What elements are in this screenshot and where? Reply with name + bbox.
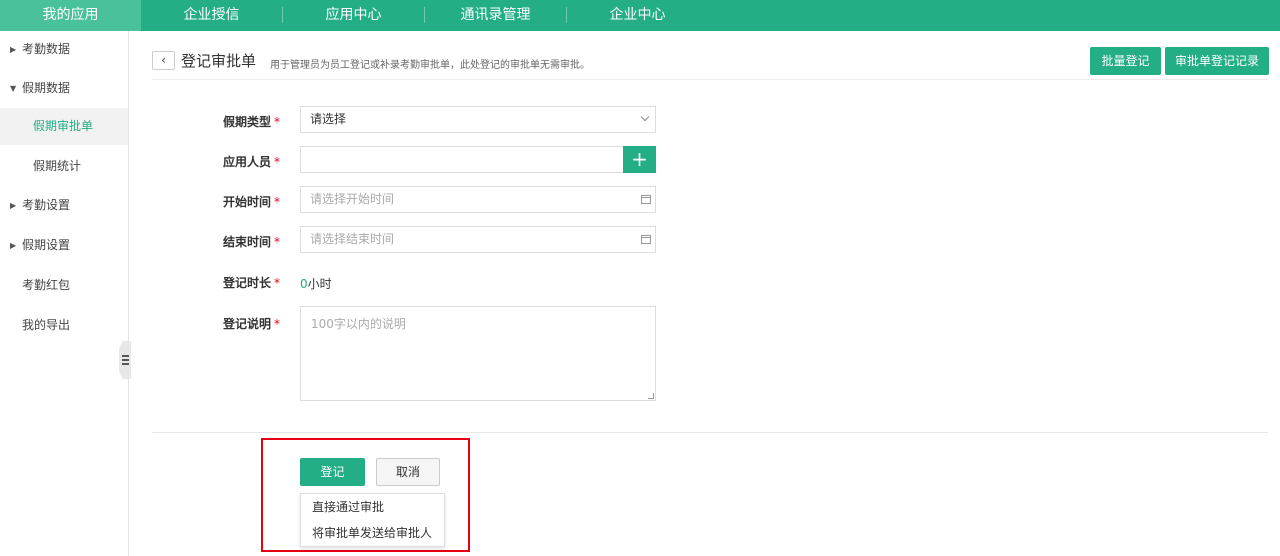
page-title: 登记审批单 <box>181 52 257 70</box>
option-send-to-approver[interactable]: 将审批单发送给审批人 <box>301 520 444 546</box>
caret-right-icon: ▶ <box>10 201 17 210</box>
sidebar-item-label: 假期统计 <box>33 159 82 173</box>
sidebar-item-attendance-settings[interactable]: ▶ 考勤设置 <box>0 187 128 224</box>
sidebar-item-leave-stats[interactable]: 假期统计 <box>0 148 128 185</box>
nav-enterprise-center[interactable]: 企业中心 <box>567 0 708 31</box>
duration-value: 0小时 <box>300 277 332 291</box>
cancel-button[interactable]: 取消 <box>376 458 440 486</box>
sidebar-item-leave-settings[interactable]: ▶ 假期设置 <box>0 227 128 264</box>
sidebar: ▶ 考勤数据 ▼ 假期数据 假期审批单 假期统计 ▶ 考勤设置 ▶ 假期设置 考… <box>0 31 129 556</box>
sidebar-item-label: 假期数据 <box>22 81 71 95</box>
calendar-icon[interactable] <box>641 195 651 204</box>
register-options-dropdown: 直接通过审批 将审批单发送给审批人 <box>300 493 445 547</box>
sidebar-item-attendance-data[interactable]: ▶ 考勤数据 <box>0 31 128 68</box>
duration-label: 登记时长 * <box>223 276 281 290</box>
note-textarea[interactable]: 100字以内的说明 <box>300 306 656 401</box>
form-divider <box>152 432 1268 433</box>
page-description: 用于管理员为员工登记或补录考勤审批单，此处登记的审批单无需审批。 <box>270 60 590 71</box>
sidebar-item-label: 考勤数据 <box>22 42 71 56</box>
sidebar-item-label: 考勤设置 <box>22 198 71 212</box>
person-label: 应用人员 * <box>223 155 281 169</box>
plus-icon: + <box>631 147 648 171</box>
sidebar-item-label: 假期审批单 <box>33 119 94 133</box>
end-time-input[interactable]: 请选择结束时间 <box>300 226 656 253</box>
back-button[interactable]: ‹ <box>152 51 175 70</box>
menu-icon-bar <box>122 363 129 365</box>
caret-down-icon: ▼ <box>10 84 17 93</box>
start-time-input[interactable]: 请选择开始时间 <box>300 186 656 213</box>
note-placeholder: 100字以内的说明 <box>311 317 406 331</box>
sidebar-collapse-handle[interactable] <box>119 341 131 379</box>
note-label: 登记说明 * <box>223 317 281 331</box>
menu-icon-bar <box>122 359 129 361</box>
add-person-button[interactable]: + <box>623 146 656 173</box>
batch-register-button[interactable]: 批量登记 <box>1090 47 1161 75</box>
nav-enterprise-credit[interactable]: 企业授信 <box>141 0 282 31</box>
chevron-down-icon <box>640 112 650 122</box>
leave-type-label: 假期类型 * <box>223 115 281 129</box>
sidebar-item-label: 考勤红包 <box>22 278 71 292</box>
caret-right-icon: ▶ <box>10 45 17 54</box>
calendar-icon[interactable] <box>641 235 651 244</box>
sidebar-item-label: 我的导出 <box>22 318 71 332</box>
sidebar-item-leave-data[interactable]: ▼ 假期数据 <box>0 70 128 107</box>
top-navigation: 我的应用 企业授信 应用中心 通讯录管理 企业中心 <box>0 0 1280 31</box>
leave-type-select[interactable]: 请选择 <box>300 106 656 133</box>
nav-contacts-management[interactable]: 通讯录管理 <box>425 0 566 31</box>
chevron-left-icon: ‹ <box>161 53 166 67</box>
person-input[interactable] <box>300 146 624 173</box>
nav-app-center[interactable]: 应用中心 <box>283 0 424 31</box>
end-time-label: 结束时间 * <box>223 235 281 249</box>
register-button[interactable]: 登记 <box>300 458 365 486</box>
nav-my-apps[interactable]: 我的应用 <box>0 0 141 31</box>
sidebar-item-leave-approval[interactable]: 假期审批单 <box>0 108 128 145</box>
leave-type-value: 请选择 <box>310 112 347 126</box>
menu-icon-bar <box>122 355 129 357</box>
approval-records-button[interactable]: 审批单登记记录 <box>1165 47 1269 75</box>
end-time-placeholder: 请选择结束时间 <box>310 232 395 246</box>
caret-right-icon: ▶ <box>10 241 17 250</box>
header-divider <box>152 79 1268 80</box>
resize-handle-icon[interactable] <box>648 393 654 399</box>
option-approve-directly[interactable]: 直接通过审批 <box>301 494 444 520</box>
sidebar-item-label: 假期设置 <box>22 238 71 252</box>
sidebar-item-attendance-redpacket[interactable]: 考勤红包 <box>0 267 128 304</box>
start-time-placeholder: 请选择开始时间 <box>310 192 395 206</box>
start-time-label: 开始时间 * <box>223 195 281 209</box>
sidebar-item-my-exports[interactable]: 我的导出 <box>0 307 128 344</box>
